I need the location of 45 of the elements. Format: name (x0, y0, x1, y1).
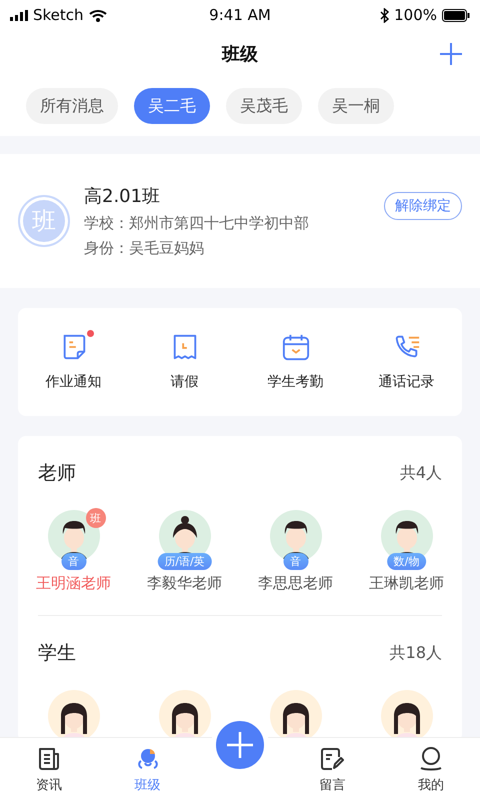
school-text: 学校：郑州市第四十七中学初中部 (84, 214, 310, 233)
calendar-icon (282, 333, 310, 361)
feature-label[interactable]: 通话记录 (378, 373, 434, 391)
member-name[interactable]: 王琳凯老师 (369, 574, 444, 593)
add-icon[interactable] (440, 43, 462, 65)
tab-item[interactable]: 班级 (98, 738, 197, 800)
battery-percent: 100% (394, 6, 437, 24)
document-icon (37, 747, 62, 771)
section-title: 学生 (38, 641, 76, 666)
member-count: 共4人 (400, 462, 442, 484)
subject-badge: 音 (61, 553, 86, 570)
filter-tab[interactable]: 所有消息 (26, 88, 118, 124)
wifi-icon (88, 8, 107, 22)
group-icon (136, 747, 160, 771)
carrier-name: Sketch (33, 6, 84, 24)
head-teacher-badge: 班 (86, 508, 106, 528)
tab-item[interactable]: 资讯 (0, 738, 98, 800)
subject-badge: 数/物 (386, 553, 426, 570)
feature-label[interactable]: 学生考勤 (268, 373, 324, 391)
filter-tab[interactable]: 吴一桐 (318, 88, 394, 124)
filter-tab[interactable]: 吴二毛 (134, 88, 210, 124)
member-name[interactable]: 李毅华老师 (147, 574, 222, 593)
tab-item[interactable]: 留言 (283, 738, 382, 800)
plus-icon (227, 732, 254, 758)
class-name: 高2.01班 (84, 185, 162, 208)
subject-badge: 音 (283, 553, 308, 570)
bluetooth-icon (380, 8, 390, 22)
section-title: 老师 (38, 461, 76, 486)
tab-item[interactable]: 我的 (382, 738, 480, 800)
unbind-button[interactable]: 解除绑定 (384, 192, 462, 220)
status-time: 9:41 AM (209, 6, 271, 24)
subject-badge: 历/语/英 (157, 553, 212, 570)
page-title: 班级 (222, 43, 258, 66)
feature-label[interactable]: 请假 (170, 373, 198, 391)
notification-dot (86, 330, 94, 337)
note-edit-icon (320, 747, 344, 771)
feature-label[interactable]: 作业通知 (46, 373, 102, 391)
member-count: 共18人 (390, 642, 442, 664)
member-name[interactable]: 李思思老师 (258, 574, 333, 593)
user-icon (418, 747, 443, 771)
class-avatar: 班 (18, 195, 70, 247)
battery-icon (442, 8, 470, 22)
filter-tab[interactable]: 吴茂毛 (226, 88, 302, 124)
signal-icon (10, 10, 28, 20)
identity-text: 身份：吴毛豆妈妈 (84, 239, 205, 258)
